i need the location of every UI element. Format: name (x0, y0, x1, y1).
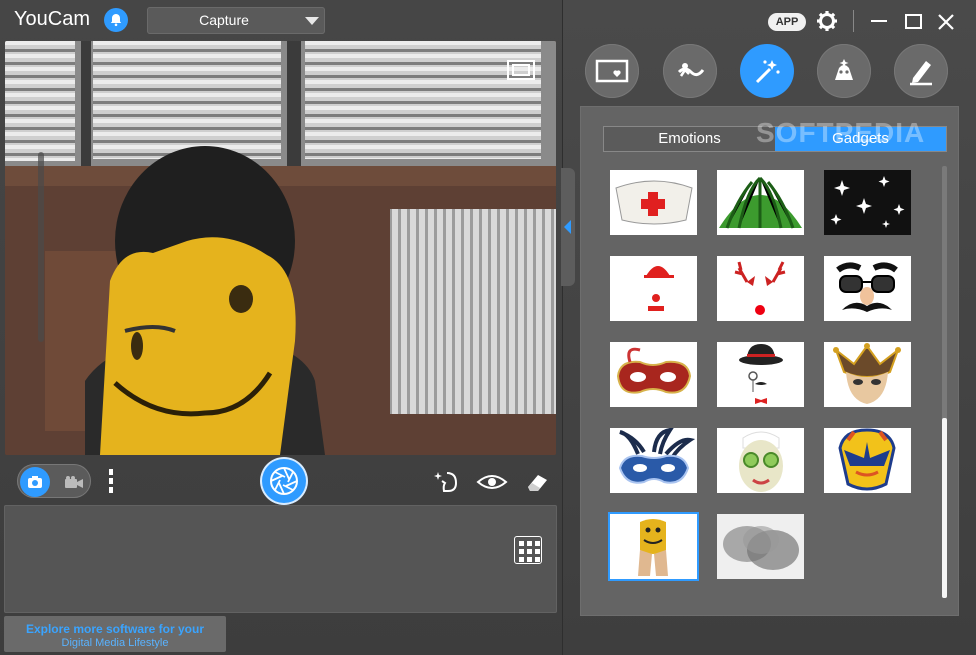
captured-media-tray (4, 505, 557, 613)
reindeer-antlers-icon (734, 261, 786, 315)
mode-select[interactable]: Capture (147, 7, 325, 34)
photo-mode-button[interactable] (20, 467, 50, 497)
blue-feather-mask-icon (618, 428, 696, 484)
smiley-hands-icon (638, 519, 668, 576)
app-badge-button[interactable]: APP (768, 13, 806, 31)
gadget-smoke[interactable] (717, 514, 804, 579)
camera-preview-image (5, 41, 556, 455)
bowler-hat-monocle-icon (739, 344, 783, 404)
grid-view-button[interactable] (514, 536, 542, 564)
tab-draw[interactable] (894, 44, 948, 98)
jester-mask-icon (833, 343, 901, 404)
gadget-nurse-hat[interactable] (610, 170, 697, 235)
tab-distortion[interactable] (817, 44, 871, 98)
hero-helmet-icon (838, 428, 896, 491)
gadget-red-mask[interactable] (610, 342, 697, 407)
nurse-hat-icon (615, 180, 693, 225)
video-mode-button[interactable] (60, 469, 88, 495)
camera-preview (5, 41, 556, 455)
gadget-cucumber-mask[interactable] (717, 428, 804, 493)
eraser-icon[interactable] (524, 471, 550, 493)
camera-icon (28, 476, 42, 488)
gadget-sparkles[interactable] (824, 170, 911, 235)
face-distortion-icon (835, 59, 853, 80)
watermelon-hat-icon (719, 176, 802, 229)
chevron-left-icon (564, 220, 571, 234)
collapse-panel-handle[interactable] (561, 168, 575, 286)
sparkles-icon (830, 176, 905, 228)
gadget-clown[interactable] (610, 256, 697, 321)
gadget-bowler-hat[interactable] (717, 342, 804, 407)
gadget-smiley-hands[interactable] (610, 514, 697, 579)
app-title: YouCam (14, 8, 90, 30)
magic-wand-icon (755, 60, 780, 84)
gadgets-scrollbar-thumb[interactable] (942, 418, 947, 598)
clown-hat-nose-icon (644, 266, 674, 311)
minimize-icon[interactable] (871, 20, 887, 22)
promo-link[interactable]: Explore more software for your Digital M… (4, 616, 226, 652)
tab-emotions[interactable]: Emotions (604, 127, 775, 151)
capture-shutter-button[interactable] (262, 459, 306, 503)
title-bar-separator (853, 10, 854, 32)
gadget-jester-mask[interactable] (824, 342, 911, 407)
aperture-icon (270, 467, 298, 495)
gear-icon[interactable] (816, 10, 838, 32)
gadget-blue-mask[interactable] (610, 428, 697, 493)
mode-select-value: Capture (199, 12, 249, 28)
promo-line-2: Digital Media Lifestyle (61, 637, 169, 649)
gadget-watermelon-hat[interactable] (717, 170, 804, 235)
notification-bell-icon[interactable] (104, 8, 128, 32)
frame-icon (595, 59, 629, 83)
fullscreen-icon[interactable] (506, 59, 536, 81)
watermark: SOFTPEDIA (756, 117, 926, 148)
tab-particles[interactable] (663, 44, 717, 98)
video-camera-icon (65, 476, 83, 488)
close-icon[interactable] (936, 12, 956, 32)
zoom-slider[interactable] (38, 152, 44, 342)
red-venetian-mask-icon (616, 347, 692, 394)
smoke-blur-icon (717, 514, 804, 579)
groucho-glasses-icon (836, 262, 898, 312)
gadget-hero-helmet[interactable] (824, 428, 911, 493)
particle-effect-icon (677, 63, 705, 77)
gadget-reindeer[interactable] (717, 256, 804, 321)
gadget-groucho-glasses[interactable] (824, 256, 911, 321)
more-options-icon[interactable] (108, 468, 114, 494)
promo-line-1: Explore more software for your (25, 622, 205, 636)
cucumber-face-mask-icon (739, 431, 783, 492)
eye-icon[interactable] (476, 472, 508, 492)
tab-frames[interactable] (585, 44, 639, 98)
chevron-down-icon (305, 17, 319, 25)
tab-effects[interactable] (740, 44, 794, 98)
draw-pen-icon (910, 61, 932, 86)
face-beautify-icon[interactable] (434, 470, 460, 494)
maximize-icon[interactable] (905, 14, 922, 29)
